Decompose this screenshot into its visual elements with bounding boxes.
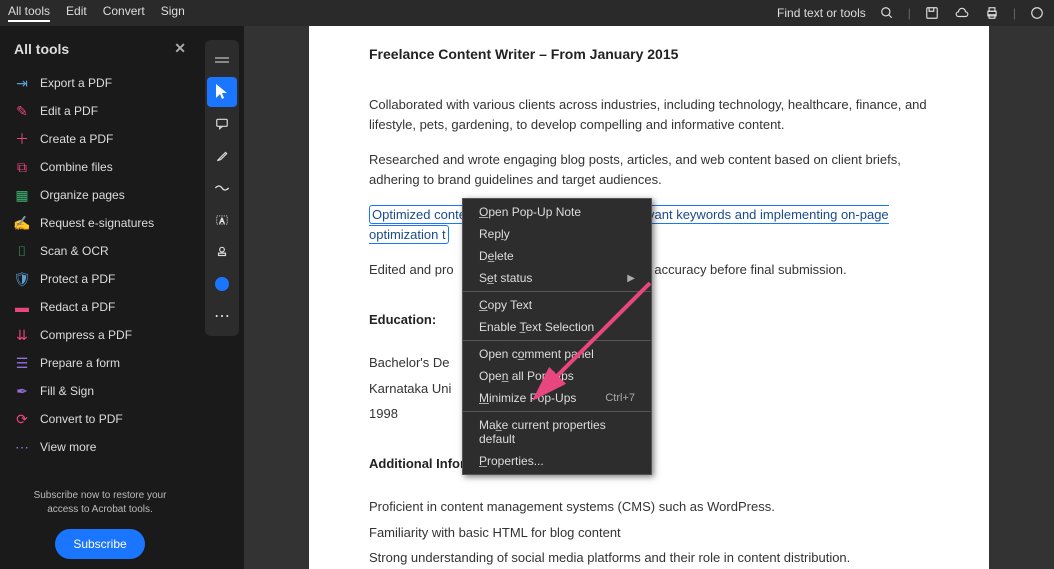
ctx-separator <box>463 291 651 292</box>
ctx-make-default[interactable]: Make current properties defaultMake curr… <box>463 414 651 450</box>
sidebar-item-label: Fill & Sign <box>40 384 94 398</box>
ctx-open-comment[interactable]: Open comment panelOpen comment panel <box>463 343 651 365</box>
sidebar-item-label: Organize pages <box>40 188 125 202</box>
stamp-tool-icon[interactable] <box>207 237 237 267</box>
draw-tool-icon[interactable] <box>207 173 237 203</box>
select-tool-icon[interactable] <box>207 77 237 107</box>
cloud-icon[interactable] <box>953 4 971 22</box>
sidebar-item-view-more[interactable]: ⋯ View more <box>8 433 192 461</box>
separator: | <box>908 6 911 20</box>
sidebar-item-label: Request e-signatures <box>40 216 154 230</box>
sidebar-item-protect[interactable]: 🛡 Protect a PDF <box>8 265 192 293</box>
doc-para: Familiarity with basic HTML for blog con… <box>369 523 929 543</box>
highlight-tool-icon[interactable] <box>207 141 237 171</box>
chevron-right-icon: ▶ <box>627 273 635 284</box>
sidebar-item-create[interactable]: ＋ Create a PDF <box>8 125 192 153</box>
redact-icon: ▬ <box>14 299 30 315</box>
sidebar-item-compress[interactable]: ⇊ Compress a PDF <box>8 321 192 349</box>
sidebar-item-scan[interactable]: ⌷ Scan & OCR <box>8 237 192 265</box>
sidebar-item-label: Scan & OCR <box>40 244 109 258</box>
ctx-copy-text[interactable]: Copy TextCopy Text <box>463 294 651 316</box>
save-icon[interactable] <box>923 4 941 22</box>
sidebar-item-label: Convert to PDF <box>40 412 123 426</box>
subscribe-button[interactable]: Subscribe <box>55 529 144 559</box>
more-tools-icon[interactable]: ⋯ <box>207 301 237 331</box>
sidebar-item-label: Compress a PDF <box>40 328 132 342</box>
doc-para: Researched and wrote engaging blog posts… <box>369 150 929 189</box>
print-icon[interactable] <box>983 4 1001 22</box>
sidebar-item-combine[interactable]: ⧉ Combine files <box>8 153 192 181</box>
sidebar-item-label: Redact a PDF <box>40 300 115 314</box>
combine-icon: ⧉ <box>14 159 30 175</box>
doc-para: Strong understanding of social media pla… <box>369 548 929 568</box>
doc-para: Collaborated with various clients across… <box>369 95 929 134</box>
search-icon[interactable] <box>878 4 896 22</box>
close-icon[interactable]: ✕ <box>174 40 186 57</box>
ctx-set-status[interactable]: Set status▶Set status <box>463 267 651 289</box>
separator: | <box>1013 6 1016 20</box>
sidebar-item-edit[interactable]: ✎ Edit a PDF <box>8 97 192 125</box>
sidebar-item-label: View more <box>40 440 96 454</box>
sidebar-item-label: Prepare a form <box>40 356 120 370</box>
subscribe-message: Subscribe now to restore your access to … <box>20 489 180 517</box>
menu-all-tools[interactable]: All tools <box>8 4 50 22</box>
comment-tool-icon[interactable] <box>207 109 237 139</box>
ctx-enable-text[interactable]: Enable Text SelectionEnable Text Selecti… <box>463 316 651 338</box>
ctx-separator <box>463 340 651 341</box>
ctx-properties[interactable]: Properties...Properties... <box>463 450 651 472</box>
sidebar-item-esign[interactable]: ✍ Request e-signatures <box>8 209 192 237</box>
doc-para: Proficient in content management systems… <box>369 497 929 517</box>
convert-icon: ⟳ <box>14 411 30 427</box>
compress-icon: ⇊ <box>14 327 30 343</box>
menu-edit[interactable]: Edit <box>66 4 87 22</box>
sidebar-item-export[interactable]: ⇥ Export a PDF <box>8 69 192 97</box>
menu-convert[interactable]: Convert <box>103 4 145 22</box>
ai-icon[interactable] <box>1028 4 1046 22</box>
ctx-open-popup[interactable]: OOpen Pop-Up Notepen Pop-Up Note <box>463 201 651 223</box>
sidebar-item-convert[interactable]: ⟳ Convert to PDF <box>8 405 192 433</box>
edit-icon: ✎ <box>14 103 30 119</box>
shield-icon: 🛡 <box>14 271 30 287</box>
sidebar-title: All tools <box>14 41 69 57</box>
context-menu: OOpen Pop-Up Notepen Pop-Up Note ReplyRe… <box>462 198 652 475</box>
text-box-tool-icon[interactable]: A <box>207 205 237 235</box>
vertical-toolbar: A ⋯ <box>200 26 244 569</box>
esign-icon: ✍ <box>14 215 30 231</box>
all-tools-sidebar: All tools ✕ ⇥ Export a PDF ✎ Edit a PDF ＋ C… <box>0 26 200 569</box>
sidebar-item-label: Create a PDF <box>40 132 113 146</box>
form-icon: ☰ <box>14 355 30 371</box>
sidebar-item-prepare-form[interactable]: ☰ Prepare a form <box>8 349 192 377</box>
scan-icon: ⌷ <box>14 243 30 259</box>
sidebar-item-label: Combine files <box>40 160 113 174</box>
menu-sign[interactable]: Sign <box>161 4 185 22</box>
sidebar-item-organize[interactable]: ▦ Organize pages <box>8 181 192 209</box>
ctx-reply[interactable]: ReplyReply <box>463 223 651 245</box>
ctx-shortcut: Ctrl+7 <box>605 392 635 404</box>
create-icon: ＋ <box>14 131 30 147</box>
export-icon: ⇥ <box>14 75 30 91</box>
sidebar-item-label: Export a PDF <box>40 76 112 90</box>
doc-title: Freelance Content Writer – From January … <box>369 44 929 65</box>
ctx-minimize[interactable]: Minimize Pop-UpsCtrl+7Minimize Pop-Ups <box>463 387 651 409</box>
ctx-delete[interactable]: DeleteDelete <box>463 245 651 267</box>
sidebar-item-label: Edit a PDF <box>40 104 98 118</box>
sidebar-item-label: Protect a PDF <box>40 272 115 286</box>
top-menu-bar: All tools Edit Convert Sign Find text or… <box>0 0 1054 26</box>
tool-handle-icon[interactable] <box>207 45 237 75</box>
ctx-open-all[interactable]: Open all Pop-UpsOpen all Pop-Ups <box>463 365 651 387</box>
organize-icon: ▦ <box>14 187 30 203</box>
search-label[interactable]: Find text or tools <box>777 6 866 20</box>
sidebar-item-redact[interactable]: ▬ Redact a PDF <box>8 293 192 321</box>
svg-text:A: A <box>220 218 225 225</box>
view-more-icon: ⋯ <box>14 439 30 455</box>
sidebar-item-fill-sign[interactable]: ✒ Fill & Sign <box>8 377 192 405</box>
color-dot-icon[interactable] <box>207 269 237 299</box>
ctx-separator <box>463 411 651 412</box>
fill-sign-icon: ✒ <box>14 383 30 399</box>
